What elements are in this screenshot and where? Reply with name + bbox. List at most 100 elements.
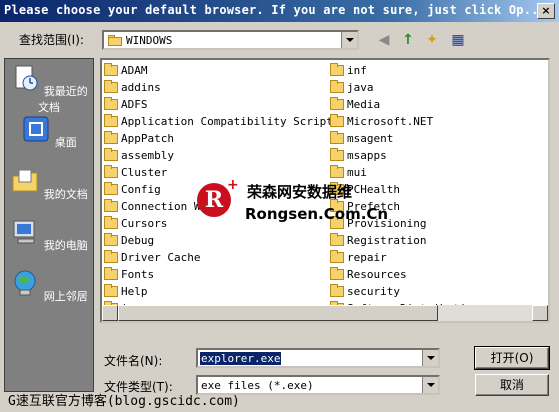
folder-item[interactable]: ADFS — [104, 96, 340, 113]
folder-name: Application Compatibility Scripts — [121, 115, 340, 128]
folder-name: msapps — [347, 149, 387, 162]
folder-item[interactable]: Help — [104, 283, 340, 300]
folder-icon — [330, 97, 344, 110]
folder-name: java — [347, 81, 374, 94]
folder-item[interactable]: Cluster — [104, 164, 340, 181]
folder-item[interactable]: repair — [330, 249, 479, 266]
rongsen-logo: R — [197, 183, 231, 217]
folder-item[interactable]: Registration — [330, 232, 479, 249]
my-documents-icon — [12, 169, 38, 192]
new-folder-icon[interactable]: ✦ — [422, 30, 442, 50]
folder-item[interactable]: Media — [330, 96, 479, 113]
folder-icon — [104, 267, 118, 280]
folder-icon — [104, 148, 118, 161]
folder-icon — [104, 250, 118, 263]
folder-item[interactable]: Application Compatibility Scripts — [104, 113, 340, 130]
place-recent[interactable]: 我最近的文档 — [5, 63, 93, 115]
folder-icon — [104, 199, 118, 212]
desktop-icon — [23, 116, 49, 142]
look-in-label: 查找范围(I): — [19, 33, 84, 47]
blog-watermark: G速互联官方博客(blog.gscidc.com) — [8, 394, 240, 409]
folder-item[interactable]: assembly — [104, 147, 340, 164]
chevron-down-icon[interactable] — [422, 350, 438, 366]
folder-icon — [330, 114, 344, 127]
folder-icon — [330, 80, 344, 93]
scroll-left-icon[interactable] — [102, 305, 118, 321]
folder-item[interactable]: java — [330, 79, 479, 96]
folder-name: Help — [121, 285, 148, 298]
up-folder-icon[interactable]: ↑ — [398, 30, 418, 50]
folder-icon — [104, 216, 118, 229]
place-my-documents[interactable]: 我的文档 — [5, 166, 93, 202]
folder-name: security — [347, 285, 400, 298]
filename-label: 文件名(N): — [104, 354, 163, 368]
folder-icon — [104, 97, 118, 110]
recent-docs-icon — [15, 65, 38, 91]
cancel-button[interactable]: 取消 — [475, 374, 549, 396]
folder-name: Fonts — [121, 268, 155, 281]
look-in-combo[interactable]: WINDOWS — [102, 30, 359, 50]
folder-icon — [330, 250, 344, 263]
folder-item[interactable]: msagent — [330, 130, 479, 147]
folder-item[interactable]: inf — [330, 62, 479, 79]
folder-icon — [104, 182, 118, 195]
place-my-computer[interactable]: 我的电脑 — [5, 217, 93, 253]
folder-item[interactable]: addins — [104, 79, 340, 96]
place-desktop[interactable]: 桌面 — [5, 114, 93, 150]
back-icon[interactable]: ◀ — [374, 30, 394, 50]
folder-icon — [104, 80, 118, 93]
folder-icon — [330, 131, 344, 144]
place-label: 我的电脑 — [43, 239, 88, 252]
folder-name: Connection Wi — [121, 200, 208, 213]
folder-name: assembly — [121, 149, 174, 162]
folder-item[interactable]: Debug — [104, 232, 340, 249]
folder-name: repair — [347, 251, 387, 264]
open-button[interactable]: 打开(O) — [474, 346, 550, 370]
filename-input[interactable]: explorer.exe — [196, 348, 440, 368]
network-icon — [14, 270, 36, 296]
close-button[interactable]: × — [537, 3, 555, 19]
folder-icon — [330, 148, 344, 161]
place-label: 我的文档 — [43, 188, 88, 201]
folder-item[interactable]: Driver Cache — [104, 249, 340, 266]
place-label: 我最近的文档 — [38, 85, 88, 114]
folder-item[interactable]: AppPatch — [104, 130, 340, 147]
places-bar: 我最近的文档 桌面 我的文档 我的电脑 网上邻居 — [4, 58, 94, 392]
folder-icon — [330, 233, 344, 246]
folder-icon — [330, 63, 344, 76]
folder-name: Resources — [347, 268, 407, 281]
folder-name: Config — [121, 183, 161, 196]
folder-icon — [104, 131, 118, 144]
folder-icon — [104, 63, 118, 76]
folder-name: ADAM — [121, 64, 148, 77]
logo-plus-mark: + — [227, 177, 239, 193]
chevron-down-icon[interactable] — [422, 377, 438, 393]
folder-item[interactable]: ADAM — [104, 62, 340, 79]
place-network[interactable]: 网上邻居 — [5, 268, 93, 304]
folder-name: AppPatch — [121, 132, 174, 145]
folder-item[interactable]: Microsoft.NET — [330, 113, 479, 130]
folder-icon — [330, 284, 344, 297]
folder-name: Cluster — [121, 166, 168, 179]
view-menu-icon[interactable]: ▦ — [446, 30, 470, 50]
folder-icon — [104, 165, 118, 178]
folder-name: mui — [347, 166, 367, 179]
folder-icon — [108, 35, 122, 46]
folder-name: Cursors — [121, 217, 168, 230]
filename-value: explorer.exe — [200, 352, 282, 365]
folder-item[interactable]: mui — [330, 164, 479, 181]
folder-item[interactable]: Resources — [330, 266, 479, 283]
folder-item[interactable]: msapps — [330, 147, 479, 164]
folder-icon — [330, 267, 344, 280]
folder-item[interactable]: security — [330, 283, 479, 300]
scroll-right-icon[interactable] — [532, 305, 548, 321]
folder-name: Debug — [121, 234, 155, 247]
folder-icon — [104, 233, 118, 246]
folder-name: ADFS — [121, 98, 148, 111]
chevron-down-icon[interactable] — [341, 32, 357, 48]
horizontal-scrollbar[interactable] — [102, 305, 548, 321]
folder-item[interactable]: Fonts — [104, 266, 340, 283]
folder-name: Registration — [347, 234, 427, 247]
scroll-thumb[interactable] — [118, 305, 438, 321]
folder-icon — [104, 284, 118, 297]
